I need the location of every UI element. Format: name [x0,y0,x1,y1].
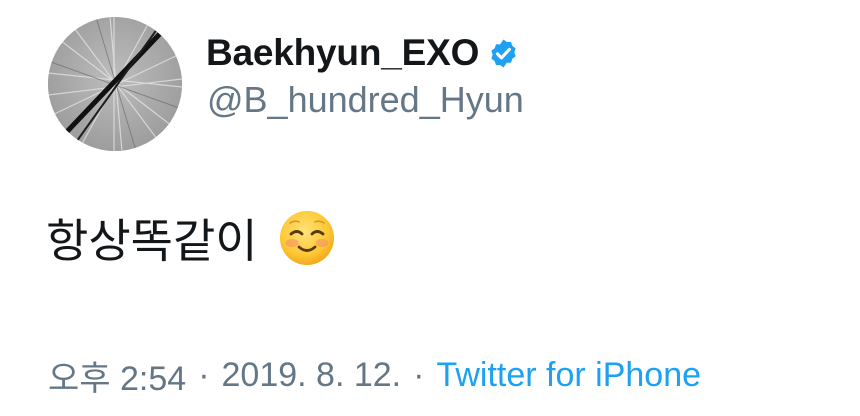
tweet-date[interactable]: 2019. 8. 12. [222,356,402,395]
tweet-card: Baekhyun_EXO @B_hundred_Hyun 항상똑같이 오후 2:… [0,0,860,416]
smiling-face-emoji-icon [278,209,336,267]
author-name-row[interactable]: Baekhyun_EXO [206,30,519,76]
avatar[interactable] [48,17,182,151]
tweet-text-content: 항상똑같이 [46,214,258,268]
display-name[interactable]: Baekhyun_EXO [206,32,479,74]
author-handle[interactable]: @B_hundred_Hyun [207,79,524,121]
meta-separator: · [413,355,425,394]
tweet-source-link[interactable]: Twitter for iPhone [436,356,701,395]
tweet-metadata: 오후 2:54 · 2019. 8. 12. · Twitter for iPh… [48,352,701,398]
meta-separator: · [198,355,210,394]
tweet-text: 항상똑같이 [46,206,336,270]
tweet-time[interactable]: 오후 2:54 [48,351,186,400]
verified-badge-icon [488,38,519,69]
